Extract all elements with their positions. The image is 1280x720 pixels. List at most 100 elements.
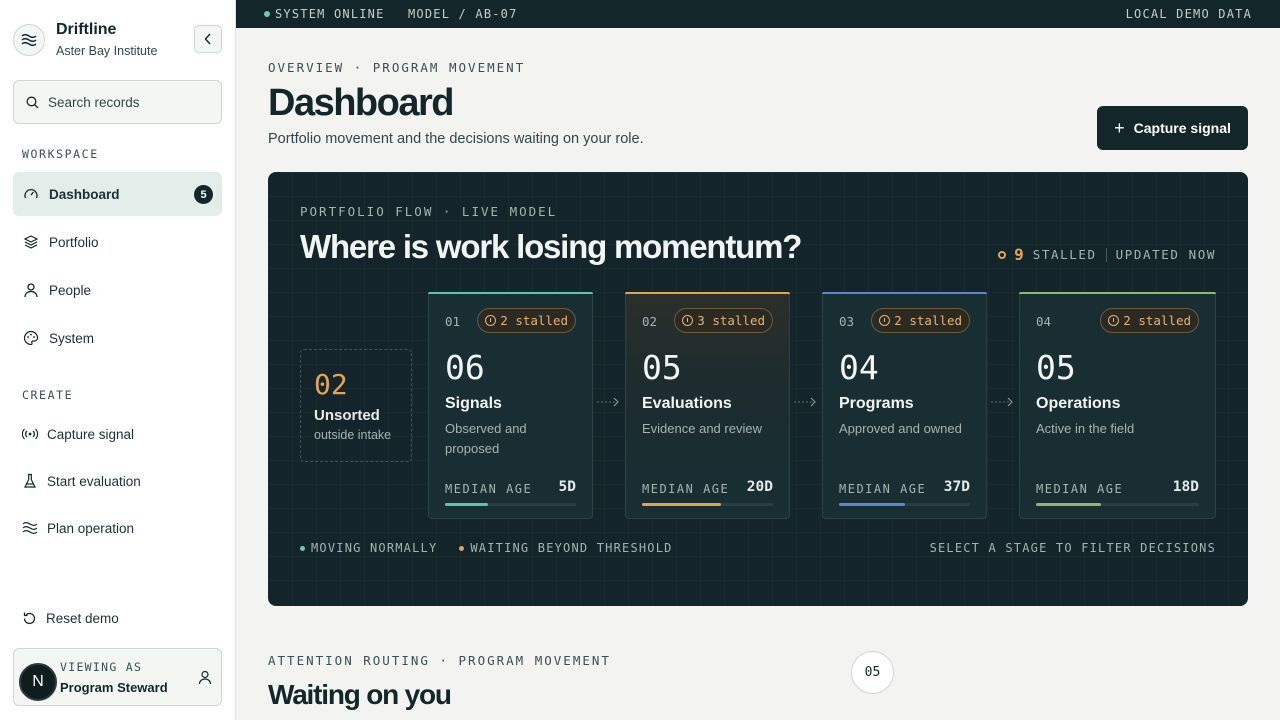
create-item-label: Capture signal [47,426,135,442]
stage-accent [428,292,593,294]
median-age-value: 18D [1172,479,1199,495]
stalled-count: 9 [1014,245,1024,264]
system-status: SYSTEM ONLINE [275,7,385,21]
age-track [445,503,576,506]
broadcast-icon [22,428,38,440]
create-start-evaluation[interactable]: Start evaluation [22,471,141,491]
legend-moving: MOVING NORMALLY [311,541,438,555]
sidebar-item-dashboard[interactable]: Dashboard 5 [13,172,222,216]
sidebar-item-portfolio[interactable]: Portfolio [13,220,222,264]
legend-waiting: WAITING BEYOND THRESHOLD [470,541,673,555]
stage-card-signals[interactable]: 01 2 stalled 06 Signals Observed and pro… [428,292,593,519]
create-item-label: Plan operation [47,520,135,536]
stage-desc: Active in the field [1036,421,1135,436]
flow-title: Where is work losing momentum? [300,228,802,265]
age-track [642,503,773,506]
stage-name: Evaluations [642,395,732,412]
clock-icon [485,315,497,326]
waiting-dot [459,545,465,551]
gauge-icon [24,188,38,199]
stage-card-programs[interactable]: 03 2 stalled 04 Programs Approved and ow… [822,292,987,519]
stalled-text: 3 stalled [697,313,765,328]
divider [1105,247,1107,262]
flow-arrow-icon [597,397,619,407]
sidebar-item-system[interactable]: System [13,316,222,360]
flow-arrow-icon [794,397,816,407]
stage-name: Programs [839,395,914,412]
stage-name: Operations [1036,395,1121,412]
age-progress [445,503,489,506]
age-progress [839,503,905,506]
stage-desc: Evidence and review [642,421,762,436]
create-section-label: CREATE [22,388,74,402]
median-age-label: MEDIAN AGE [642,482,730,496]
unsorted-count: 02 [314,368,348,401]
person-icon [24,283,38,298]
unsorted-sub: outside intake [314,428,392,442]
sidebar: Driftline Aster Bay Institute Search rec… [0,0,236,720]
stage-desc: Observed and proposed [445,421,527,456]
search-placeholder: Search records [48,94,140,110]
age-track [839,503,970,506]
page-subtitle: Portfolio movement and the decisions wai… [268,131,644,147]
stage-index: 02 [642,314,658,329]
avatar: N [19,663,57,701]
flask-icon [24,473,36,488]
search-input[interactable]: Search records [13,80,222,124]
unsorted-title: Unsorted [314,407,380,424]
unsorted-card[interactable]: 02 Unsorted outside intake [300,349,412,462]
sidebar-item-label: Portfolio [49,234,99,250]
status-bar: SYSTEM ONLINE MODEL / AB-07 LOCAL DEMO D… [236,0,1280,28]
sidebar-item-people[interactable]: People [13,268,222,312]
attention-eyebrow: ATTENTION ROUTING · PROGRAM MOVEMENT [268,653,611,668]
clock-icon [1108,315,1120,326]
median-age-value: 20D [746,479,773,495]
waves-icon [22,521,38,535]
median-age-label: MEDIAN AGE [1036,482,1124,496]
stalled-text: 2 stalled [500,313,568,328]
clock-icon [682,315,694,326]
reset-demo-label: Reset demo [46,610,119,626]
stage-name: Signals [445,395,502,412]
model-label: MODEL / AB-07 [408,7,518,21]
create-capture-signal[interactable]: Capture signal [22,424,134,444]
stalled-badge: 3 stalled [674,308,773,333]
current-role: Program Steward [60,680,168,695]
age-track [1036,503,1199,506]
attention-title: Waiting on you [268,679,452,710]
layers-icon [23,235,39,249]
age-progress [642,503,721,506]
collapse-sidebar-button[interactable] [194,25,222,53]
filter-hint: SELECT A STAGE TO FILTER DECISIONS [929,541,1216,555]
viewing-as-label: VIEWING AS [60,660,143,674]
reset-demo-button[interactable]: Reset demo [22,608,119,628]
waiting-count-badge[interactable]: 05 [851,651,894,694]
count-badge: 5 [194,185,213,204]
stage-accent [1019,292,1216,294]
flow-eyebrow: PORTFOLIO FLOW · LIVE MODEL [300,204,558,219]
capture-signal-label: Capture signal [1133,120,1231,136]
brand[interactable]: Driftline Aster Bay Institute [13,21,157,58]
create-plan-operation[interactable]: Plan operation [22,518,134,538]
stage-accent [625,292,790,294]
stalled-label: STALLED [1032,247,1097,262]
age-progress [1036,503,1102,506]
user-icon [198,670,212,685]
stalled-badge: 2 stalled [871,308,970,333]
median-age-value: 5D [558,479,576,495]
stage-count: 05 [642,348,682,387]
stage-index: 01 [445,314,461,329]
stage-index: 03 [839,314,855,329]
stage-card-evaluations[interactable]: 02 3 stalled 05 Evaluations Evidence and… [625,292,790,519]
median-age-label: MEDIAN AGE [445,482,533,496]
stalled-ring-icon [998,250,1007,259]
capture-signal-button[interactable]: + Capture signal [1097,106,1248,150]
sidebar-item-label: People [49,282,92,298]
stage-card-operations[interactable]: 04 2 stalled 05 Operations Active in the… [1019,292,1216,519]
median-age-label: MEDIAN AGE [839,482,927,496]
sidebar-item-label: System [49,330,95,346]
role-switcher[interactable]: N VIEWING AS Program Steward [13,648,222,706]
org-name: Aster Bay Institute [56,44,158,58]
create-item-label: Start evaluation [47,473,141,489]
stalled-badge: 2 stalled [477,308,576,333]
